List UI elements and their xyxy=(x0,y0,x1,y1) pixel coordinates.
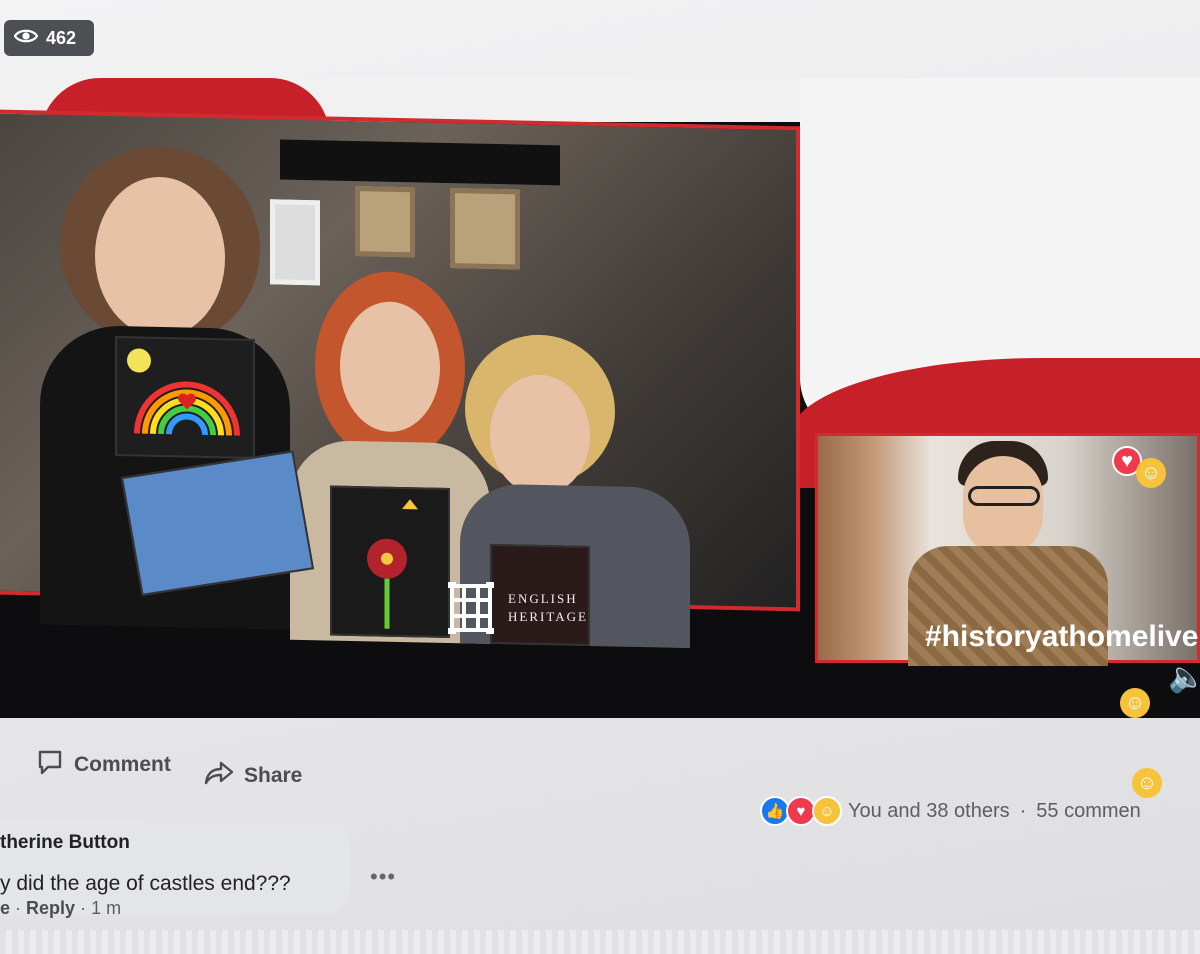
hashtag-overlay: #historyathomelive xyxy=(925,620,1199,653)
comment-more-options-icon[interactable]: ••• xyxy=(370,864,396,890)
logo-text: ENGLISH HERITAGE xyxy=(508,590,588,626)
screen: 462 ♥ ☺ ☺ ☺ ENGLISH HERITAGE #historyath… xyxy=(0,0,1200,954)
share-label: Share xyxy=(244,764,303,787)
main-video-feed xyxy=(0,109,800,649)
shelf xyxy=(280,139,560,186)
reactions-summary[interactable]: 👍 ♥ ☺ You and 38 others · 55 commen xyxy=(760,796,1141,826)
logo-line-2: HERITAGE xyxy=(508,609,588,624)
comment-icon xyxy=(36,748,64,782)
floating-care-reaction-icon: ☺ xyxy=(1120,688,1150,718)
photo-frame xyxy=(270,199,320,286)
comment-label: Comment xyxy=(74,753,171,776)
meta-dot: · xyxy=(80,898,87,918)
comment-time: 1 m xyxy=(91,898,122,918)
heritage-emblem-icon xyxy=(448,582,494,634)
like-link[interactable]: e xyxy=(0,898,10,918)
comment-meta: e · Reply · 1 m xyxy=(0,898,121,919)
comment-text: y did the age of castles end??? xyxy=(0,872,291,895)
floating-care-reaction-icon: ☺ xyxy=(1136,458,1166,488)
reactions-separator: · xyxy=(1019,799,1027,822)
photo-frame xyxy=(450,188,520,270)
reactions-text: You and 38 others xyxy=(848,799,1010,822)
presenter-face xyxy=(963,456,1043,556)
share-button[interactable]: Share xyxy=(204,760,302,792)
view-count-badge: 462 xyxy=(4,20,94,56)
children-with-artwork xyxy=(20,134,700,649)
rainbow-artwork xyxy=(115,336,255,459)
speaker-icon[interactable]: 🔈 xyxy=(1168,660,1200,695)
meta-dot: · xyxy=(15,898,22,918)
child-face xyxy=(95,175,225,339)
comment-author[interactable]: therine Button xyxy=(0,832,130,854)
reply-link[interactable]: Reply xyxy=(26,898,75,918)
share-icon xyxy=(204,760,234,792)
eye-icon xyxy=(13,28,39,49)
child-face xyxy=(340,300,440,433)
child-face xyxy=(490,373,590,496)
presenter-glasses xyxy=(968,486,1040,506)
photo-frame xyxy=(355,186,415,258)
care-icon: ☺ xyxy=(812,796,842,826)
screen-bottom-pattern xyxy=(0,930,1200,954)
view-count: 462 xyxy=(46,27,77,48)
comments-count[interactable]: 55 commen xyxy=(1036,800,1141,823)
logo-line-1: ENGLISH xyxy=(508,591,578,606)
flower-artwork xyxy=(330,485,450,639)
english-heritage-logo: ENGLISH HERITAGE xyxy=(448,582,588,634)
comment-button[interactable]: Comment xyxy=(36,748,171,782)
